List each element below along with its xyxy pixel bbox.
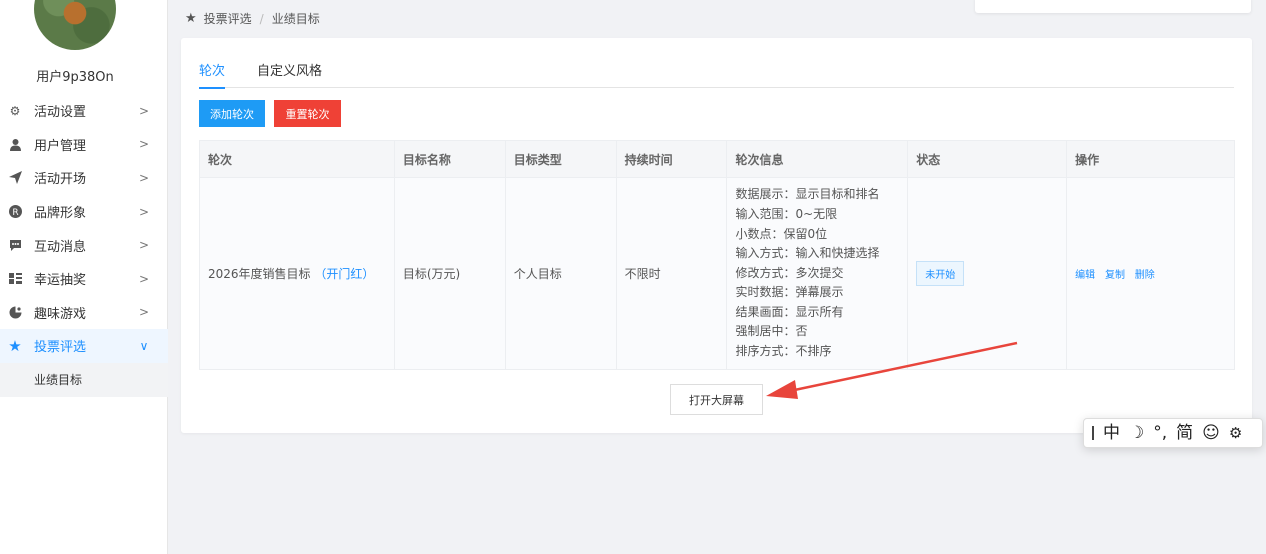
add-round-button[interactable]: 添加轮次 <box>199 100 265 127</box>
cell-round-info: 数据展示：显示目标和排名 输入范围：0~无限 小数点：保留0位 输入方式：输入和… <box>726 177 909 370</box>
chevron-right-icon: > <box>138 137 150 152</box>
edit-link[interactable]: 编辑 <box>1075 270 1095 281</box>
cell-target-name: 目标(万元) <box>393 177 506 370</box>
table-row: 2026年度销售目标 （开门红） 目标(万元) 个人目标 不限时 数据展示：显示… <box>199 177 1235 370</box>
cell-round: 2026年度销售目标 （开门红） <box>199 177 395 370</box>
sidebar-item-activity-opening[interactable]: 活动开场 > <box>0 161 168 195</box>
breadcrumb: ★ 投票评选 / 业绩目标 <box>185 10 320 27</box>
sidebar-item-label: 活动开场 <box>34 172 87 188</box>
round-name: 2026年度销售目标 <box>208 267 311 281</box>
sidebar-item-voting[interactable]: ★ 投票评选 ∨ <box>0 329 168 363</box>
rounds-table: 轮次 目标名称 目标类型 持续时间 轮次信息 状态 操作 2026年度销售目标 … <box>199 140 1235 370</box>
svg-text:R: R <box>12 208 18 218</box>
moon-icon[interactable]: ☽ <box>1129 424 1144 442</box>
column-header: 目标类型 <box>504 140 617 178</box>
username: 用户9p38On <box>36 70 114 85</box>
sidebar-item-label: 幸运抽奖 <box>34 273 87 289</box>
column-header: 操作 <box>1066 140 1235 178</box>
gear-icon[interactable]: ⚙ <box>1229 425 1242 441</box>
sidebar-item-fun-games[interactable]: 趣味游戏 > <box>0 296 168 330</box>
sidebar-item-label: 用户管理 <box>34 138 87 154</box>
registered-icon: R <box>8 205 22 219</box>
sidebar-item-user-management[interactable]: 用户管理 > <box>0 128 168 162</box>
status-badge: 未开始 <box>916 261 965 286</box>
chevron-right-icon: > <box>138 238 150 253</box>
top-panel <box>975 0 1251 13</box>
ime-charset-toggle[interactable]: 简 <box>1176 424 1193 442</box>
sidebar: 用户9p38On ⚙ 活动设置 > 用户管理 > 活动开场 > R 品牌形象 > <box>0 0 168 554</box>
open-big-screen-button[interactable]: 打开大屏幕 <box>670 384 763 415</box>
tab-rounds[interactable]: 轮次 <box>199 60 226 89</box>
sidebar-item-activity-settings[interactable]: ⚙ 活动设置 > <box>0 94 168 128</box>
chevron-right-icon: > <box>138 170 150 185</box>
info-line: 修改方式：多次提交 <box>735 265 844 280</box>
cell-status: 未开始 <box>907 177 1068 370</box>
sidebar-item-label: 品牌形象 <box>34 206 87 222</box>
sidebar-subitem-performance-target[interactable]: 业绩目标 <box>0 362 168 397</box>
sidebar-menu: ⚙ 活动设置 > 用户管理 > 活动开场 > R 品牌形象 > 互动消息 > 幸… <box>0 94 168 397</box>
copy-link[interactable]: 复制 <box>1105 270 1125 281</box>
sidebar-item-lucky-draw[interactable]: 幸运抽奖 > <box>0 262 168 296</box>
sidebar-item-label: 活动设置 <box>34 105 87 121</box>
star-icon: ★ <box>185 11 197 26</box>
info-line: 排序方式：不排序 <box>735 344 832 359</box>
reset-round-button[interactable]: 重置轮次 <box>274 100 341 127</box>
tab-custom-style[interactable]: 自定义风格 <box>257 60 322 88</box>
star-icon: ★ <box>8 336 22 355</box>
column-header: 目标名称 <box>393 140 506 178</box>
info-line: 小数点：保留0位 <box>735 226 828 241</box>
ime-language-toggle[interactable]: 中 <box>1103 424 1120 442</box>
sidebar-item-brand-image[interactable]: R 品牌形象 > <box>0 195 168 229</box>
info-line: 数据展示：显示目标和排名 <box>735 187 880 202</box>
breadcrumb-parent[interactable]: 投票评选 <box>204 10 252 27</box>
tabs: 轮次 自定义风格 <box>199 60 1234 89</box>
send-icon <box>8 171 22 185</box>
lottery-icon <box>8 272 22 286</box>
main-card: 轮次 自定义风格 添加轮次 重置轮次 轮次 目标名称 目标类型 持续时间 轮次信… <box>181 38 1252 433</box>
delete-link[interactable]: 删除 <box>1135 270 1155 281</box>
sidebar-item-label: 趣味游戏 <box>34 306 87 322</box>
info-line: 输入范围：0~无限 <box>735 206 838 221</box>
round-tag-link[interactable]: （开门红） <box>314 267 374 281</box>
column-header: 轮次信息 <box>726 140 909 178</box>
chat-icon <box>8 238 22 252</box>
user-icon <box>8 137 22 151</box>
column-header: 状态 <box>907 140 1068 178</box>
cell-actions: 编辑 复制 删除 <box>1066 177 1235 370</box>
ime-toolbar: 中 ☽ °, 简 ☺ ⚙ <box>1083 418 1263 448</box>
breadcrumb-current: 业绩目标 <box>271 12 320 26</box>
chevron-right-icon: > <box>138 204 150 219</box>
sidebar-item-label: 投票评选 <box>34 340 87 356</box>
info-line: 实时数据：弹幕展示 <box>735 285 844 300</box>
chevron-right-icon: > <box>138 271 150 286</box>
chevron-right-icon: > <box>138 103 150 118</box>
info-line: 强制居中：否 <box>735 324 808 339</box>
breadcrumb-separator: / <box>259 11 264 26</box>
sidebar-item-interactive-messages[interactable]: 互动消息 > <box>0 228 168 262</box>
settings-gear-icon: ⚙ <box>9 103 21 118</box>
chevron-right-icon: > <box>138 305 150 320</box>
info-line: 结果画面：显示所有 <box>735 304 844 319</box>
avatar[interactable] <box>34 0 116 50</box>
cell-duration: 不限时 <box>615 177 728 370</box>
column-header: 轮次 <box>199 140 395 178</box>
column-header: 持续时间 <box>615 140 728 178</box>
punctuation-icon[interactable]: °, <box>1153 424 1167 442</box>
emoji-icon[interactable]: ☺ <box>1202 424 1220 442</box>
ime-handle[interactable] <box>1092 426 1094 440</box>
game-icon <box>8 305 22 319</box>
sidebar-item-label: 互动消息 <box>34 239 87 255</box>
cell-target-type: 个人目标 <box>504 177 617 370</box>
chevron-down-icon: ∨ <box>139 338 149 353</box>
table-header-row: 轮次 目标名称 目标类型 持续时间 轮次信息 状态 操作 <box>199 140 1235 178</box>
info-line: 输入方式：输入和快捷选择 <box>735 246 880 261</box>
